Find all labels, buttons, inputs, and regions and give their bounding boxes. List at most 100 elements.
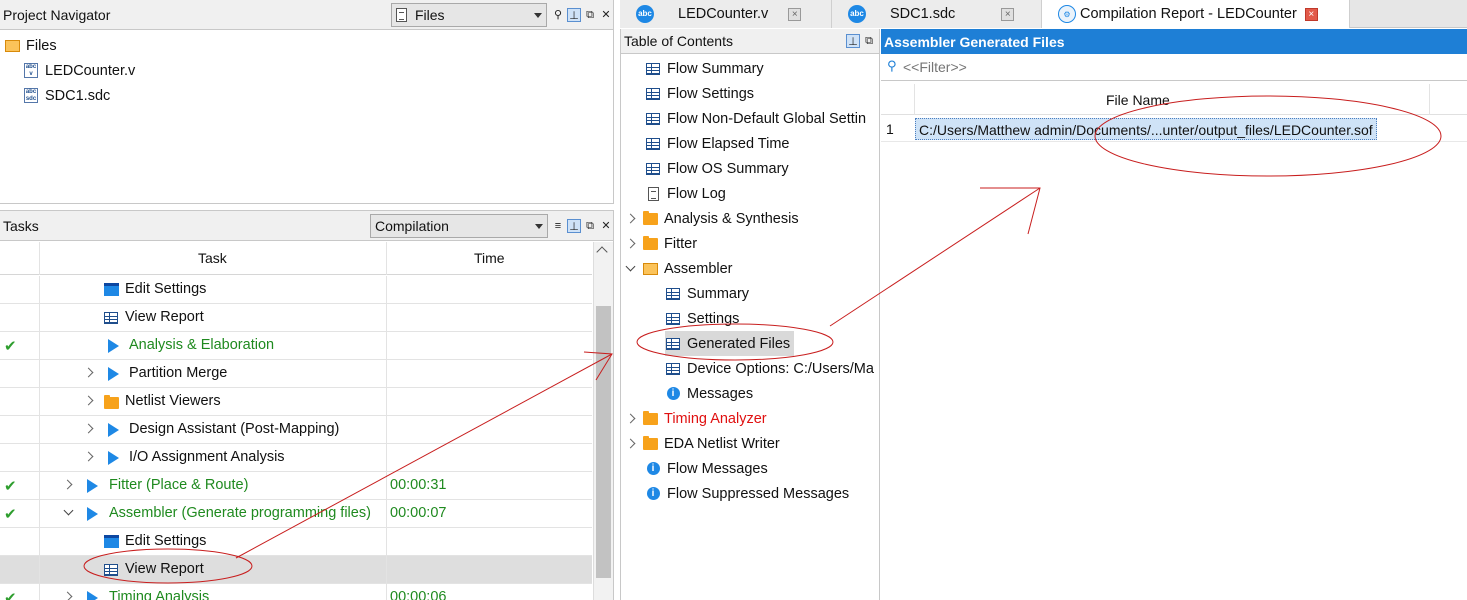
task-row-partition-merge[interactable]: Partition Merge bbox=[0, 360, 592, 388]
toc-item-flow-settings[interactable]: Flow Settings bbox=[645, 81, 754, 106]
chevron-down-icon[interactable] bbox=[63, 505, 74, 516]
column-header-time[interactable]: Time bbox=[474, 250, 505, 266]
task-flow-select[interactable]: Compilation bbox=[370, 214, 548, 238]
task-label: Analysis & Elaboration bbox=[129, 337, 275, 353]
toc-item-assembler-settings[interactable]: Settings bbox=[665, 306, 739, 331]
report-table-header: File Name bbox=[881, 84, 1467, 115]
chevron-down-icon bbox=[535, 224, 543, 229]
abc-file-icon: abc bbox=[636, 5, 654, 23]
toc-item-analysis-synthesis[interactable]: Analysis & Synthesis bbox=[625, 206, 799, 231]
toc-item-flow-log[interactable]: Flow Log bbox=[645, 181, 726, 206]
file-item-label: LEDCounter.v bbox=[45, 62, 136, 79]
chevron-right-icon[interactable] bbox=[83, 367, 94, 378]
toc-item-flow-non-default[interactable]: Flow Non-Default Global Settin bbox=[645, 106, 879, 131]
scroll-up-icon[interactable] bbox=[596, 246, 608, 258]
float-window-icon[interactable]: ⧉ bbox=[583, 219, 597, 233]
column-header-file-name[interactable]: File Name bbox=[1106, 92, 1170, 108]
report-table-icon bbox=[666, 362, 680, 375]
task-row-assembler-edit-settings[interactable]: Edit Settings bbox=[0, 528, 592, 556]
tab-label: Compilation Report - LEDCounter bbox=[1080, 6, 1297, 22]
chevron-right-icon[interactable] bbox=[625, 438, 636, 449]
task-row-fitter[interactable]: ✔ Fitter (Place & Route) 00:00:31 bbox=[0, 472, 592, 500]
tab-sdc1[interactable]: abc SDC1.sdc × bbox=[832, 0, 1042, 28]
chevron-right-icon[interactable] bbox=[83, 395, 94, 406]
toc-item-eda-netlist-writer[interactable]: EDA Netlist Writer bbox=[625, 431, 780, 456]
toc-item-flow-messages[interactable]: i Flow Messages bbox=[645, 456, 768, 481]
toc-item-timing-analyzer[interactable]: Timing Analyzer bbox=[625, 406, 767, 431]
toc-item-flow-summary[interactable]: Flow Summary bbox=[645, 56, 764, 81]
tasks-panel: Tasks Compilation ≡ ⊥ ⧉ ✕ Task Time Edit… bbox=[0, 210, 614, 600]
settings-window-icon bbox=[104, 283, 119, 296]
info-icon: i bbox=[646, 462, 660, 475]
chevron-right-icon[interactable] bbox=[625, 213, 636, 224]
toc-item-flow-suppressed-messages[interactable]: i Flow Suppressed Messages bbox=[645, 481, 849, 506]
row-file-name[interactable]: C:/Users/Matthew admin/Documents/...unte… bbox=[915, 118, 1377, 140]
task-row-assembler[interactable]: ✔ Assembler (Generate programming files)… bbox=[0, 500, 592, 528]
info-icon: i bbox=[646, 487, 660, 500]
task-row-view-report[interactable]: View Report bbox=[0, 304, 592, 332]
pin-icon[interactable]: ⊥ bbox=[567, 8, 581, 22]
float-window-icon[interactable]: ⧉ bbox=[583, 8, 597, 22]
toc-item-assembler-summary[interactable]: Summary bbox=[665, 281, 749, 306]
files-root[interactable]: Files bbox=[4, 33, 57, 58]
tab-compilation-report[interactable]: ⚙ Compilation Report - LEDCounter × bbox=[1042, 0, 1350, 28]
chevron-right-icon[interactable] bbox=[62, 591, 73, 600]
report-table-icon bbox=[104, 564, 118, 576]
report-table-icon bbox=[646, 162, 660, 175]
toc-item-assembler[interactable]: Assembler bbox=[625, 256, 733, 281]
toc-item-label: Flow Settings bbox=[667, 85, 755, 102]
toc-item-generated-files[interactable]: Generated Files bbox=[665, 331, 795, 356]
task-label: Fitter (Place & Route) bbox=[109, 477, 249, 493]
task-label: Edit Settings bbox=[125, 533, 207, 549]
chevron-right-icon[interactable] bbox=[625, 413, 636, 424]
task-row-design-assistant[interactable]: Design Assistant (Post-Mapping) bbox=[0, 416, 592, 444]
files-root-label: Files bbox=[26, 37, 57, 54]
close-icon[interactable]: ✕ bbox=[599, 219, 613, 233]
tasks-scrollbar[interactable] bbox=[593, 242, 613, 600]
navigator-view-select[interactable]: Files bbox=[391, 3, 547, 27]
tab-close-button[interactable]: × bbox=[1001, 7, 1015, 21]
close-icon[interactable]: ✕ bbox=[599, 8, 613, 22]
report-table-row[interactable]: 1 C:/Users/Matthew admin/Documents/...un… bbox=[881, 116, 1467, 142]
task-row-analysis-elaboration[interactable]: ✔ Analysis & Elaboration bbox=[0, 332, 592, 360]
checkmark-icon: ✔ bbox=[4, 506, 17, 523]
float-window-icon[interactable]: ⧉ bbox=[862, 34, 876, 48]
file-item-sdc1[interactable]: abc sdc SDC1.sdc bbox=[23, 83, 110, 108]
chevron-down-icon bbox=[534, 13, 542, 18]
menu-icon[interactable]: ≡ bbox=[551, 219, 565, 233]
chevron-right-icon[interactable] bbox=[83, 451, 94, 462]
row-index: 1 bbox=[886, 121, 894, 137]
task-row-timing-analysis[interactable]: ✔ Timing Analysis 00:00:06 bbox=[0, 584, 592, 600]
toc-item-label: Summary bbox=[687, 285, 750, 302]
toc-item-assembler-messages[interactable]: i Messages bbox=[665, 381, 753, 406]
chevron-right-icon[interactable] bbox=[83, 423, 94, 434]
chevron-right-icon[interactable] bbox=[62, 479, 73, 490]
tab-close-button[interactable]: × bbox=[1304, 7, 1318, 21]
toc-item-label: Flow Suppressed Messages bbox=[667, 485, 850, 502]
toc-item-fitter[interactable]: Fitter bbox=[625, 231, 697, 256]
settings-window-icon bbox=[104, 535, 119, 548]
toc-item-device-options[interactable]: Device Options: C:/Users/Ma bbox=[665, 356, 879, 381]
search-icon[interactable]: ⚲ bbox=[551, 8, 565, 22]
chevron-down-icon[interactable] bbox=[625, 261, 636, 272]
task-row-edit-settings[interactable]: Edit Settings bbox=[0, 276, 592, 304]
report-title-bar: Assembler Generated Files bbox=[881, 29, 1467, 54]
task-flow-value: Compilation bbox=[375, 218, 449, 234]
scrollbar-thumb[interactable] bbox=[596, 306, 611, 578]
pin-icon[interactable]: ⊥ bbox=[846, 34, 860, 48]
report-filter-input[interactable] bbox=[903, 57, 1463, 77]
toc-item-flow-elapsed-time[interactable]: Flow Elapsed Time bbox=[645, 131, 790, 156]
folder-icon bbox=[642, 210, 658, 225]
tab-close-button[interactable]: × bbox=[788, 7, 802, 21]
task-row-assembler-view-report[interactable]: View Report bbox=[0, 556, 592, 584]
task-label: Assembler (Generate programming files) bbox=[109, 505, 371, 521]
task-row-netlist-viewers[interactable]: Netlist Viewers bbox=[0, 388, 592, 416]
task-row-io-assignment[interactable]: I/O Assignment Analysis bbox=[0, 444, 592, 472]
toc-item-label: Settings bbox=[687, 310, 740, 327]
file-item-ledcounter[interactable]: abc v LEDCounter.v bbox=[23, 58, 135, 83]
pin-icon[interactable]: ⊥ bbox=[567, 219, 581, 233]
toc-item-flow-os-summary[interactable]: Flow OS Summary bbox=[645, 156, 789, 181]
column-header-task[interactable]: Task bbox=[198, 250, 227, 266]
tab-ledcounter-v[interactable]: abc LEDCounter.v × bbox=[620, 0, 832, 28]
chevron-right-icon[interactable] bbox=[625, 238, 636, 249]
